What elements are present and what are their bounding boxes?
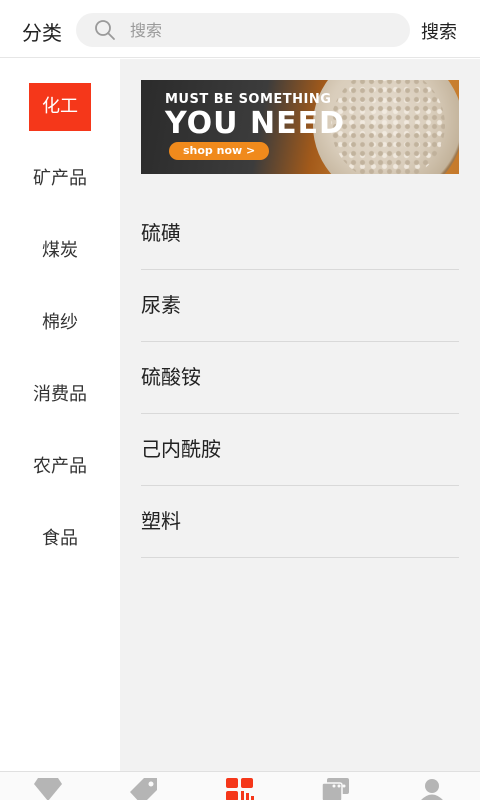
sidebar-item-label: 农产品 bbox=[33, 456, 87, 477]
nav-messages[interactable] bbox=[288, 772, 384, 800]
sidebar-item-consumer-goods[interactable]: 消费品 bbox=[0, 371, 120, 419]
subcategory-panel: MUST BE SOMETHING YOU NEED shop now > 硫磺… bbox=[120, 59, 480, 771]
search-bar[interactable] bbox=[76, 13, 410, 47]
search-input[interactable] bbox=[130, 13, 400, 47]
message-icon bbox=[322, 778, 349, 800]
diamond-icon bbox=[34, 778, 62, 800]
sidebar-item-label: 煤炭 bbox=[42, 240, 78, 261]
list-item[interactable]: 尿素 bbox=[141, 270, 459, 342]
tag-icon bbox=[130, 778, 157, 800]
subcategory-list: 硫磺 尿素 硫酸铵 己内酰胺 塑料 bbox=[141, 198, 459, 558]
promo-banner[interactable]: MUST BE SOMETHING YOU NEED shop now > bbox=[141, 80, 459, 174]
list-item[interactable]: 硫酸铵 bbox=[141, 342, 459, 414]
list-item[interactable]: 硫磺 bbox=[141, 198, 459, 270]
sidebar-item-minerals[interactable]: 矿产品 bbox=[0, 155, 120, 203]
sidebar-item-food[interactable]: 食品 bbox=[0, 515, 120, 563]
sidebar-item-chemical[interactable]: 化工 bbox=[0, 83, 120, 131]
banner-headline-small: MUST BE SOMETHING bbox=[165, 92, 332, 107]
bottom-nav bbox=[0, 771, 480, 800]
banner-headline-large: YOU NEED bbox=[165, 106, 345, 141]
sidebar-item-label: 食品 bbox=[42, 528, 78, 549]
category-grid-icon bbox=[226, 778, 254, 800]
search-icon bbox=[95, 20, 115, 40]
sidebar-item-label: 棉纱 bbox=[42, 312, 78, 333]
shop-now-button[interactable]: shop now > bbox=[169, 142, 270, 160]
user-icon bbox=[421, 779, 443, 800]
nav-categories[interactable] bbox=[192, 772, 288, 800]
list-item[interactable]: 塑料 bbox=[141, 486, 459, 558]
sidebar-item-label: 矿产品 bbox=[33, 168, 87, 189]
sidebar-item-cotton-yarn[interactable]: 棉纱 bbox=[0, 299, 120, 347]
category-sidebar: 化工 矿产品 煤炭 棉纱 消费品 农产品 食品 bbox=[0, 59, 120, 771]
nav-deals[interactable] bbox=[96, 772, 192, 800]
page-title: 分类 bbox=[22, 21, 62, 45]
top-header: 分类 搜索 bbox=[0, 0, 480, 58]
list-item[interactable]: 己内酰胺 bbox=[141, 414, 459, 486]
sidebar-item-label: 消费品 bbox=[33, 384, 87, 405]
sidebar-item-label: 化工 bbox=[29, 83, 91, 131]
nav-profile[interactable] bbox=[384, 772, 480, 800]
sidebar-item-coal[interactable]: 煤炭 bbox=[0, 227, 120, 275]
search-button[interactable]: 搜索 bbox=[421, 18, 457, 44]
sidebar-item-agricultural[interactable]: 农产品 bbox=[0, 443, 120, 491]
nav-home[interactable] bbox=[0, 772, 96, 800]
